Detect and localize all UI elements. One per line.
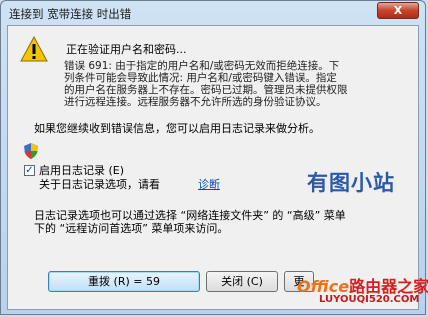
window-title: 连接到 宽带连接 时出错 xyxy=(9,7,132,21)
error-line: 进行远程连接。远程服务器不允许所选的身份验证协议。 xyxy=(64,96,327,108)
error-dialog-window: 连接到 宽带连接 时出错 X 正在验证用户名和密码... 错误 691: 由于指… xyxy=(0,0,428,315)
error-line: 错误 691: 由于指定的用户名和/或密码无效而拒绝连接。下 xyxy=(64,60,340,72)
error-message: 错误 691: 由于指定的用户名和/或密码无效而拒绝连接。下 列条件可能会导致此… xyxy=(64,60,419,108)
error-line: 的用户名在服务器上不存在。密码已过期。管理员未提供权限 xyxy=(64,84,348,96)
overlay-watermark: 有图小站 xyxy=(307,171,395,195)
verifying-status-text: 正在验证用户名和密码... xyxy=(66,43,187,56)
close-window-button[interactable]: X xyxy=(377,2,419,19)
dialog-body: 正在验证用户名和密码... 错误 691: 由于指定的用户名和/或密码无效而拒绝… xyxy=(7,25,419,310)
enable-logging-checkbox[interactable]: ✓ xyxy=(24,165,35,176)
persist-error-text: 如果您继续收到错误信息，您可以启用日志记录来做分析。 xyxy=(34,122,320,135)
warning-icon xyxy=(20,36,48,62)
logging-note-line: 下的 “远程访问首选项” 菜单项来访问。 xyxy=(34,222,229,235)
diagnose-link[interactable]: 诊断 xyxy=(198,179,220,191)
enable-logging-label[interactable]: 启用日志记录 (E) xyxy=(39,165,124,177)
title-bar[interactable]: 连接到 宽带连接 时出错 X xyxy=(1,1,425,25)
redial-button[interactable]: 重拨 (R) = 59 xyxy=(48,271,200,292)
logo-url-text: LUYOUQI520.COM xyxy=(319,294,420,305)
about-logging-text: 关于日志记录选项，请看 xyxy=(39,178,160,191)
error-line: 列条件可能会导致此情况: 用户名和/或密码键入错误。指定 xyxy=(64,72,337,84)
close-button[interactable]: 关闭 (C) xyxy=(206,271,278,292)
logging-note-line: 日志记录选项也可以通过选择 “网络连接文件夹” 的 “高级” 菜单 xyxy=(34,209,346,222)
shield-icon xyxy=(24,143,38,159)
